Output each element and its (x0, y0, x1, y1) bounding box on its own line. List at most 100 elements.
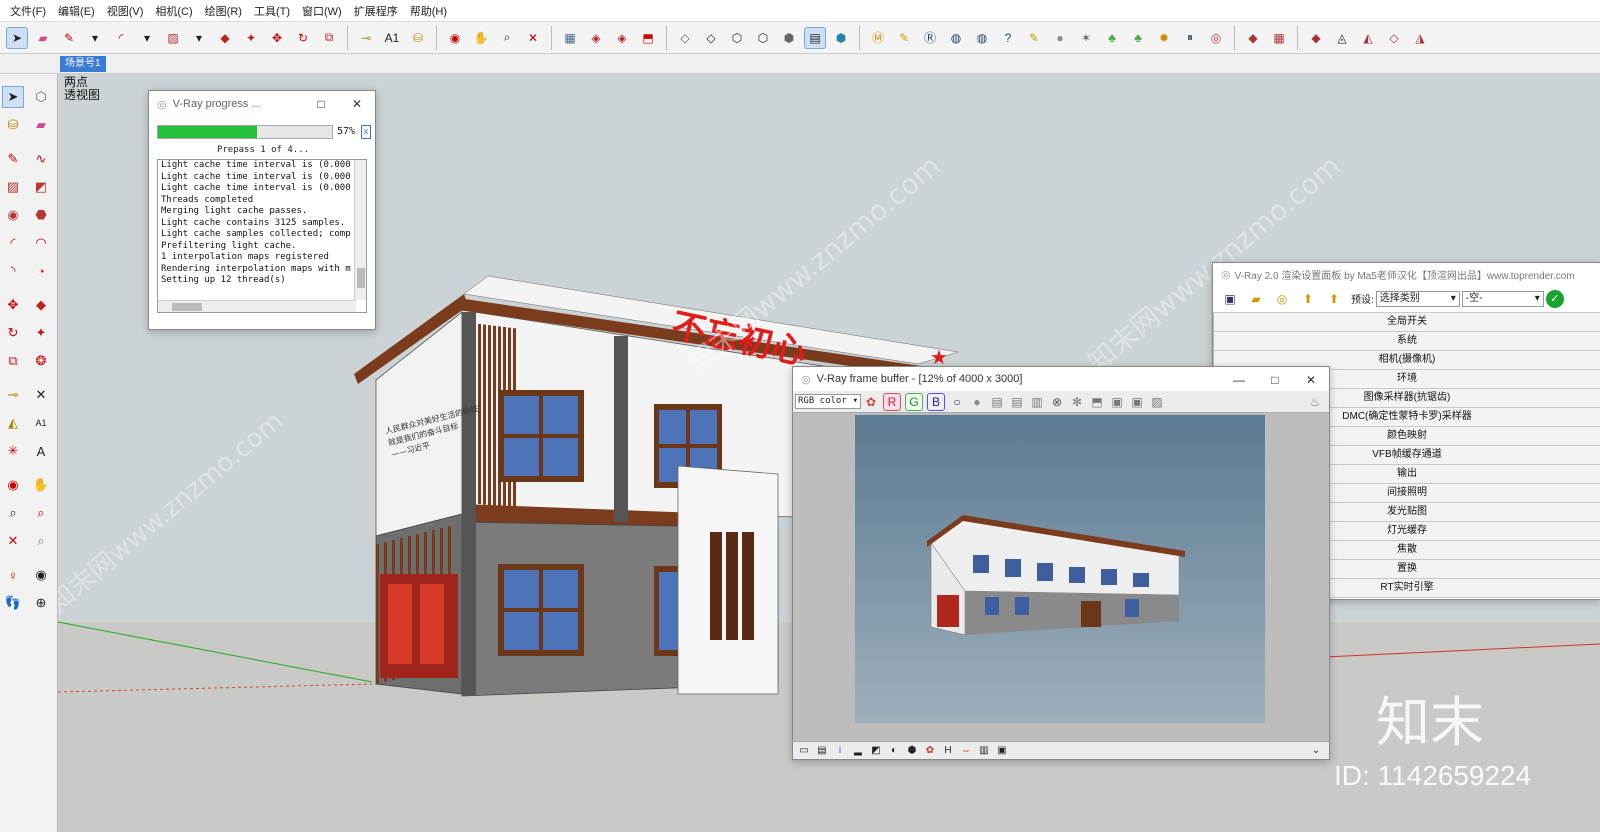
track-mouse-icon[interactable]: ✻ (1069, 391, 1085, 413)
select-icon[interactable]: ➤ (2, 86, 24, 108)
rotate-icon[interactable]: ↻ (2, 322, 24, 344)
stop-render-icon[interactable]: ▨ (1149, 391, 1165, 413)
xray-icon[interactable]: ◇ (674, 27, 696, 49)
load-image-icon[interactable]: ▥ (1029, 391, 1045, 413)
srgb-icon[interactable]: ✿ (923, 740, 937, 762)
exposure-icon[interactable]: ◐ (887, 740, 901, 762)
alpha-icon[interactable]: ○ (949, 391, 965, 413)
preset-category-select[interactable]: 选择类别 ▾ (1375, 290, 1460, 307)
tape-measure-icon[interactable]: ⊸ (355, 27, 377, 49)
color-balance-icon[interactable]: ✿ (863, 391, 879, 413)
menu-edit[interactable]: 编辑(E) (52, 3, 101, 19)
vray-batch-render-icon[interactable]: ◍ (971, 27, 993, 49)
text-icon[interactable]: A1 (381, 27, 403, 49)
three-point-arc-icon[interactable]: ◝ (2, 260, 24, 282)
circle-icon[interactable]: ◉ (2, 204, 24, 226)
rotated-rectangle-icon[interactable]: ◩ (30, 176, 52, 198)
line-icon[interactable]: ✎ (58, 27, 80, 49)
offset-icon[interactable]: ❂ (30, 350, 52, 372)
vray-options-icon[interactable]: ✎ (893, 27, 915, 49)
hsv-icon[interactable]: H (941, 740, 955, 762)
line-icon[interactable]: ✎ (2, 148, 24, 170)
polygon-icon[interactable]: ⬣ (30, 204, 52, 226)
menu-window[interactable]: 窗口(W) (296, 3, 348, 19)
arc-icon[interactable]: ◜ (2, 232, 24, 254)
menu-tools[interactable]: 工具(T) (248, 3, 296, 19)
walk-icon[interactable]: 👣 (2, 592, 24, 614)
apply-check-icon[interactable]: ✓ (1545, 289, 1564, 308)
select-icon[interactable]: ➤ (6, 26, 28, 49)
dimension-icon[interactable]: ✕ (30, 384, 52, 406)
dropdown-icon[interactable]: ▾ (136, 27, 158, 49)
log-horizontal-scrollbar[interactable] (158, 300, 356, 312)
orbit-icon[interactable]: ◉ (444, 27, 466, 49)
menu-view[interactable]: 视图(V) (101, 3, 150, 19)
push-pull-icon[interactable]: ◆ (214, 27, 236, 49)
settings-title-bar[interactable]: ◎ V-Ray 2.0 渲染设置面板 by Ma5老师汉化【顶渲网出品】www.… (1213, 263, 1600, 285)
close-button[interactable]: ✕ (339, 91, 375, 117)
extension-icon[interactable]: ⬒ (637, 27, 659, 49)
save-image-icon[interactable]: ▤ (989, 391, 1005, 413)
rectangle-icon[interactable]: ▨ (2, 176, 24, 198)
scroll-thumb[interactable] (172, 303, 202, 311)
previous-view-icon[interactable]: ⌕ (30, 530, 52, 552)
drape-icon[interactable]: ◭ (1357, 27, 1379, 49)
menu-extensions[interactable]: 扩展程序 (348, 3, 404, 19)
zoom-icon[interactable]: ⌕ (2, 502, 24, 524)
text-icon[interactable]: A1 (30, 412, 52, 434)
scroll-thumb[interactable] (357, 268, 365, 288)
collapse-icon[interactable]: ⌄ (1309, 740, 1323, 762)
menu-file[interactable]: 文件(F) (4, 3, 52, 19)
pan-icon[interactable]: ✋ (470, 27, 492, 49)
progress-cancel-button[interactable]: x (361, 125, 371, 139)
zoom-icon[interactable]: ⌕ (496, 27, 518, 49)
levels-icon[interactable]: ▂ (851, 740, 865, 762)
maximize-button[interactable]: □ (1257, 367, 1293, 393)
components-icon[interactable]: ◈ (585, 27, 607, 49)
move-icon[interactable]: ✥ (2, 294, 24, 316)
dropdown-icon[interactable]: ▾ (188, 27, 210, 49)
export-icon[interactable]: ⬆ (1323, 288, 1345, 310)
menu-help[interactable]: 帮助(H) (404, 3, 453, 19)
follow-me-icon[interactable]: ✦ (30, 322, 52, 344)
reset-icon[interactable]: ◎ (1271, 288, 1293, 310)
protractor-icon[interactable]: ◭ (2, 412, 24, 434)
tape-measure-icon[interactable]: ⊸ (2, 384, 24, 406)
axes-icon[interactable]: ✳ (2, 440, 24, 462)
freehand-icon[interactable]: ∿ (30, 148, 52, 170)
move-icon[interactable]: ✥ (266, 27, 288, 49)
menu-draw[interactable]: 绘图(R) (199, 3, 248, 19)
region-render-icon[interactable]: ▣ (1109, 391, 1125, 413)
grid-icon[interactable]: ▦ (1268, 27, 1290, 49)
sandbox-icon[interactable]: ◆ (1242, 27, 1264, 49)
hidden-line-icon[interactable]: ⬡ (752, 27, 774, 49)
two-point-arc-icon[interactable]: ◠ (30, 232, 52, 254)
spot-light-icon[interactable]: ✶ (1075, 27, 1097, 49)
3d-text-icon[interactable]: A (30, 440, 52, 462)
component-icon[interactable]: ⬡ (30, 86, 52, 108)
paint-bucket-icon[interactable]: ⛁ (407, 27, 429, 49)
stereo-icon[interactable]: ▥ (977, 740, 991, 762)
pan-icon[interactable]: ✋ (30, 474, 52, 496)
scale-icon[interactable]: ⧉ (318, 27, 340, 49)
color-wheel-icon[interactable]: ◎ (1205, 27, 1227, 49)
zoom-extents-icon[interactable]: ✕ (522, 27, 544, 49)
save-icon[interactable]: ▣ (1219, 288, 1241, 310)
import-icon[interactable]: ⬆ (1297, 288, 1319, 310)
menu-camera[interactable]: 相机(C) (149, 3, 198, 19)
shaded-icon[interactable]: ⬢ (778, 27, 800, 49)
help-icon[interactable]: ? (997, 27, 1019, 49)
mono-icon[interactable]: ● (969, 391, 985, 413)
section-plane-icon[interactable]: ⊕ (30, 592, 52, 614)
green-channel-button[interactable]: G (905, 392, 923, 411)
dome-light-icon[interactable]: ✹ (1153, 27, 1175, 49)
paint-bucket-icon[interactable]: ⛁ (2, 114, 24, 136)
eraser-icon[interactable]: ▰ (30, 114, 52, 136)
curve-icon[interactable]: ◩ (869, 740, 883, 762)
close-button[interactable]: ✕ (1293, 367, 1329, 393)
warehouse-icon[interactable]: ▦ (559, 27, 581, 49)
duplicate-icon[interactable]: ⬒ (1089, 391, 1105, 413)
render-last-icon[interactable]: ▣ (1129, 391, 1145, 413)
save-all-icon[interactable]: ▤ (1009, 391, 1025, 413)
orbit-icon[interactable]: ◉ (2, 474, 24, 496)
